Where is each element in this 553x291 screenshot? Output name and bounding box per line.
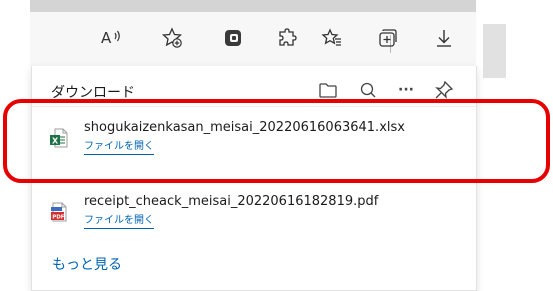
download-button-active-bg bbox=[483, 24, 506, 78]
more-icon[interactable]: ··· bbox=[394, 78, 418, 102]
see-more-link[interactable]: もっと見る bbox=[52, 254, 122, 274]
search-icon[interactable] bbox=[356, 78, 380, 102]
browser-toolbar: A bbox=[30, 12, 506, 78]
puzzle-icon[interactable] bbox=[274, 24, 302, 52]
download-icon[interactable] bbox=[430, 24, 458, 52]
downloads-title: ダウンロード bbox=[51, 85, 135, 101]
download-file-name: shogukaizenkasan_meisai_20220616063641.x… bbox=[84, 120, 405, 135]
download-item[interactable]: X shogukaizenkasan_meisai_20220616063641… bbox=[32, 110, 476, 168]
collections-icon[interactable] bbox=[374, 24, 402, 52]
pin-icon[interactable] bbox=[432, 78, 456, 102]
svg-text:PDF: PDF bbox=[52, 215, 65, 221]
downloads-panel: ダウンロード ··· X shogukaizenkasan_meisai_202… bbox=[31, 66, 477, 291]
pdf-file-icon: PDF bbox=[50, 202, 68, 222]
open-file-link[interactable]: ファイルを開く bbox=[84, 215, 154, 229]
download-item[interactable]: PDF receipt_cheack_meisai_20220616182819… bbox=[32, 184, 476, 242]
panel-header-divider bbox=[32, 106, 476, 107]
read-aloud-icon[interactable]: A bbox=[97, 24, 125, 52]
svg-text:A: A bbox=[101, 29, 112, 47]
browser-tab-strip bbox=[30, 0, 476, 12]
favorites-icon[interactable] bbox=[318, 24, 346, 52]
excel-file-icon: X bbox=[50, 128, 68, 148]
open-file-link[interactable]: ファイルを開く bbox=[84, 141, 154, 155]
download-file-name: receipt_cheack_meisai_20220616182819.pdf bbox=[84, 194, 379, 209]
folder-icon[interactable] bbox=[316, 78, 340, 102]
add-favorite-icon[interactable] bbox=[158, 24, 186, 52]
svg-text:X: X bbox=[52, 137, 59, 146]
extension-icon[interactable] bbox=[219, 24, 247, 52]
